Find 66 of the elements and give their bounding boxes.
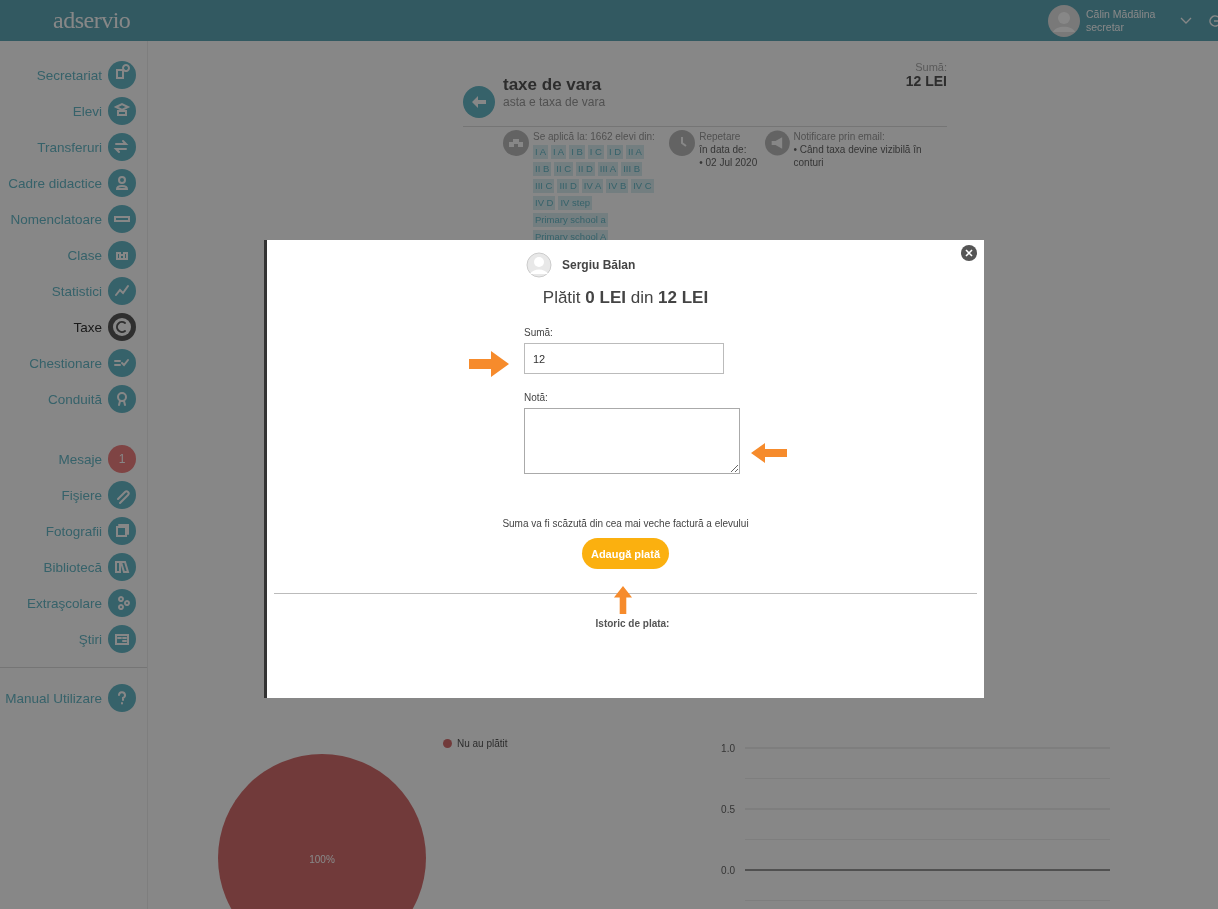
arrow-icon (469, 351, 509, 377)
swap-arrows-icon (108, 133, 136, 161)
repeat-date: • 02 Jul 2020 (699, 156, 758, 169)
sidebar-item[interactable]: Elevi (0, 93, 147, 129)
sidebar-item[interactable]: Statistici (0, 273, 147, 309)
axis-tick-label: 1.0 (721, 743, 735, 754)
sidebar-item[interactable]: Secretariat (0, 57, 147, 93)
sidebar-item[interactable]: Extraşcolare (0, 585, 147, 621)
sidebar-item[interactable]: Clase (0, 237, 147, 273)
megaphone-icon (764, 130, 790, 156)
chevron-down-icon[interactable] (1180, 16, 1192, 25)
legend-label: Nu au plătit (457, 737, 508, 749)
user-name: Călin Mădălina (1086, 7, 1157, 21)
amount-label: Sumă: (524, 327, 553, 338)
axis-tick-label: 0.0 (721, 865, 735, 876)
axis-tick-label: 0.5 (721, 804, 735, 815)
graduate-icon (108, 97, 136, 125)
hint-text: Suma va fi scăzută din cea mai veche factură a elevului (502, 518, 749, 529)
legend-dot (443, 738, 452, 748)
building-icon (108, 61, 136, 89)
sidebar-item[interactable]: Conduită (0, 381, 147, 417)
amount-input[interactable]: 12 (524, 343, 724, 374)
person-icon (108, 169, 136, 197)
user-role: secretar (1086, 20, 1125, 34)
note-input[interactable] (524, 408, 740, 474)
sidebar-item[interactable]: Bibliotecă (0, 549, 147, 585)
coin-icon (108, 313, 136, 341)
photos-icon (108, 517, 136, 545)
sidebar-item[interactable]: Manual Utilizare (0, 680, 147, 716)
paperclip-icon (108, 481, 136, 509)
amount-value: 12 LEI (905, 73, 947, 89)
fee-title: taxe de vara (503, 75, 603, 95)
student-name: Sergiu Bălan (562, 258, 636, 272)
arrow-icon (751, 443, 787, 463)
medal-icon (108, 385, 136, 413)
sidebar-item[interactable]: Taxe (0, 309, 147, 345)
arrow-icon (613, 586, 633, 614)
sidebar-item[interactable]: Fişiere (0, 477, 147, 513)
repeat-date-label: în data de: (699, 143, 748, 156)
bars-icon (108, 205, 136, 233)
logo[interactable]: adservio (53, 7, 131, 34)
avatar-icon (526, 252, 552, 278)
add-payment-button[interactable]: Adaugă plată (581, 538, 670, 569)
avatar-icon[interactable] (1048, 4, 1080, 37)
sidebar-item[interactable]: Fotografii (0, 513, 147, 549)
sidebar-item[interactable]: Nomenclatoare (0, 201, 147, 237)
clock-icon (669, 130, 696, 156)
payment-history-label: Istoric de plata: (595, 618, 670, 629)
sidebar-item[interactable]: Mesaje 1 (0, 441, 147, 477)
checklist-icon (108, 349, 136, 377)
newspaper-icon (108, 625, 136, 653)
notification-item: • Când taxa devine vizibilă în conturi (793, 143, 923, 169)
books-icon (108, 553, 136, 581)
payment-summary: Plătit 0 LEI din 12 LEI (542, 288, 709, 308)
close-icon[interactable] (961, 245, 977, 261)
note-label: Notă: (524, 392, 548, 403)
trend-chart-icon (108, 277, 136, 305)
sidebar-item[interactable]: Ştiri (0, 621, 147, 657)
nodes-icon (108, 589, 136, 617)
logout-icon[interactable] (1208, 13, 1218, 28)
help-icon (108, 684, 136, 712)
sidebar-item[interactable]: Transferuri (0, 129, 147, 165)
sidebar-item[interactable]: Cadre didactice (0, 165, 147, 201)
sidebar-item[interactable]: Chestionare (0, 345, 147, 381)
count-badge: 1 (108, 445, 136, 473)
slice-label: 100% (309, 854, 335, 865)
